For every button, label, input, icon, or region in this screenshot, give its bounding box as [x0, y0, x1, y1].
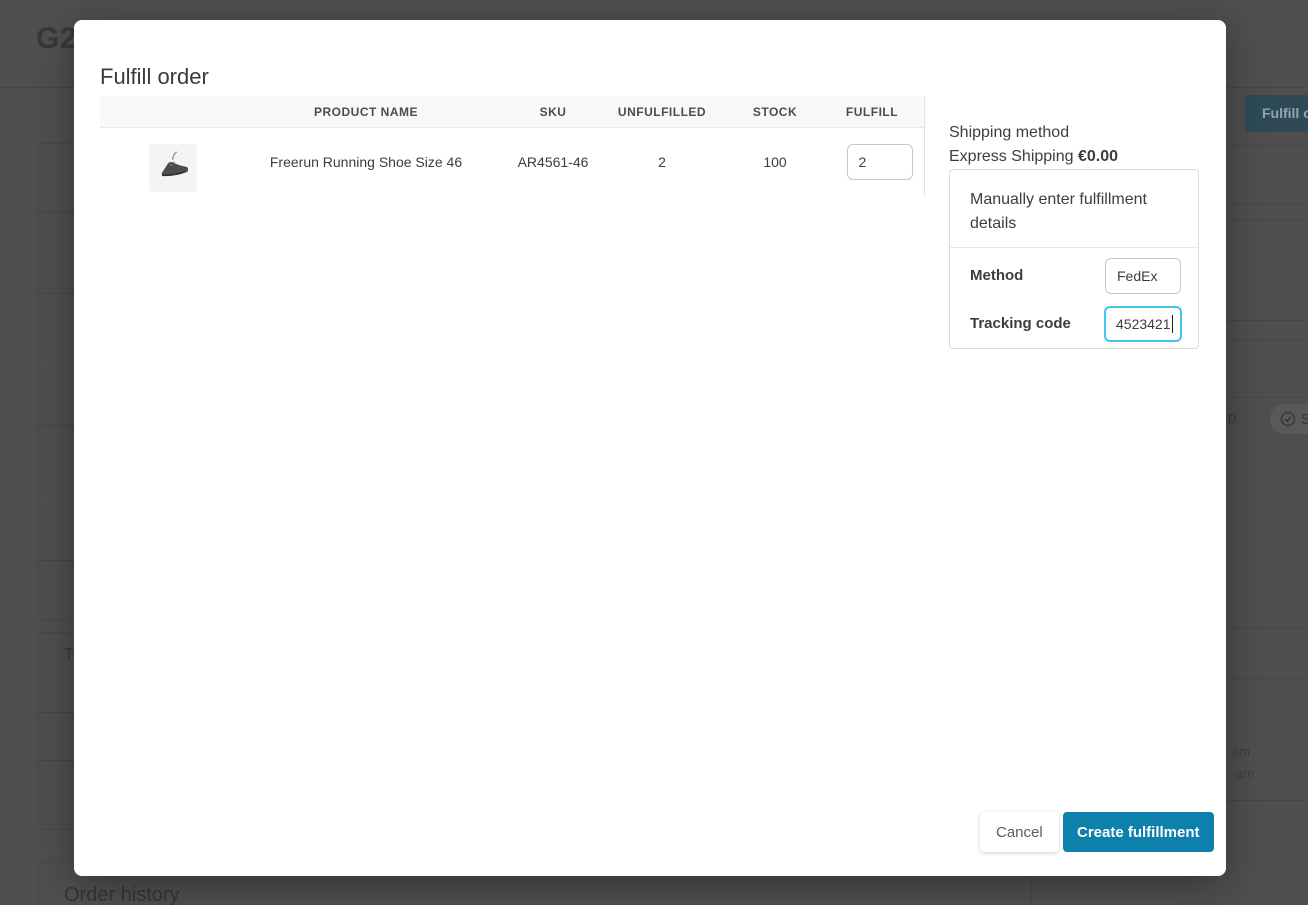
fulfill-cell: [820, 144, 924, 192]
background-status-badge: Se: [1270, 404, 1308, 434]
tracking-code-value: 4523421: [1116, 316, 1171, 332]
fulfill-order-modal: Fulfill order PRODUCT NAME SKU UNFULFILL…: [74, 20, 1226, 876]
background-shipping-partial-text: p: [1228, 409, 1237, 426]
background-order-history-heading: Order history: [64, 884, 180, 905]
table-header-row: PRODUCT NAME SKU UNFULFILLED STOCK FULFI…: [100, 96, 924, 128]
product-name-cell: Freerun Running Shoe Size 46: [269, 154, 463, 170]
shipping-method-value: Express Shipping €0.00: [949, 145, 1199, 169]
manual-fulfillment-card-title: Manually enter fulfillment details: [950, 170, 1198, 248]
table-panel-divider: [924, 96, 925, 196]
column-header-sku: SKU: [539, 104, 567, 119]
product-thumbnail-cell: [100, 144, 220, 192]
fulfill-quantity-input[interactable]: [846, 144, 913, 180]
column-header-stock: STOCK: [752, 104, 798, 119]
check-circle-icon: [1280, 411, 1296, 427]
sku-cell: AR4561-46: [517, 154, 589, 170]
tracking-code-row: Tracking code 4523421: [950, 306, 1198, 342]
manual-fulfillment-card: Manually enter fulfillment details Metho…: [949, 169, 1199, 349]
product-thumbnail: [149, 144, 197, 192]
unfulfilled-cell: 2: [658, 154, 666, 170]
background-page-title: G2: [36, 22, 78, 55]
screen: G2 Fulfill o T Order history p Se am am …: [0, 0, 1308, 905]
method-row: Method: [950, 258, 1198, 294]
text-caret: [1171, 315, 1174, 333]
shipping-method-price: €0.00: [1077, 148, 1119, 165]
shipping-method-name: Express Shipping: [949, 148, 1074, 165]
cancel-button[interactable]: Cancel: [980, 812, 1059, 852]
background-timestamp: am: [1236, 766, 1255, 781]
tracking-code-input[interactable]: 4523421: [1104, 306, 1182, 342]
background-fulfill-order-button: Fulfill o: [1245, 95, 1308, 132]
background-timestamp: am: [1232, 744, 1251, 759]
table-row: Freerun Running Shoe Size 46 AR4561-46 2…: [100, 128, 924, 192]
sneaker-icon: [154, 148, 192, 189]
column-header-product-name: PRODUCT NAME: [314, 104, 418, 119]
method-input[interactable]: [1105, 258, 1181, 294]
column-header-fulfill: FULFILL: [845, 104, 899, 119]
modal-title: Fulfill order: [100, 64, 209, 89]
background-status-badge-label: Se: [1301, 410, 1308, 428]
shipping-method-heading: Shipping method: [949, 124, 1070, 141]
method-label: Method: [970, 267, 1024, 284]
stock-cell: 100: [763, 154, 787, 170]
create-fulfillment-button[interactable]: Create fulfillment: [1063, 812, 1214, 852]
background-card-heading: T: [64, 646, 74, 663]
fulfill-items-table: PRODUCT NAME SKU UNFULFILLED STOCK FULFI…: [100, 96, 924, 192]
tracking-code-label: Tracking code: [970, 315, 1071, 332]
column-header-unfulfilled: UNFULFILLED: [617, 104, 707, 119]
shipping-method-block: Shipping method Express Shipping €0.00: [949, 121, 1199, 169]
